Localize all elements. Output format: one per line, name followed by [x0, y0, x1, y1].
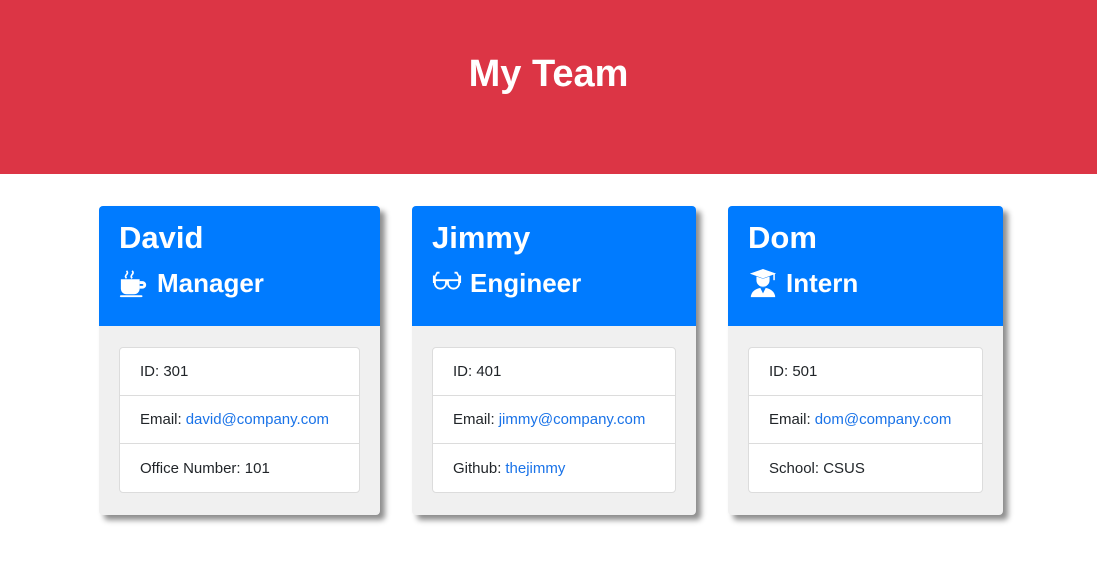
employee-card-engineer: Jimmy Engineer ID: 401 Email: jimmy@comp…	[412, 206, 696, 515]
email-row: Email: david@company.com	[120, 396, 359, 444]
email-label: Email:	[453, 411, 495, 428]
github-link[interactable]: thejimmy	[505, 460, 565, 477]
id-value: 301	[163, 363, 189, 380]
id-label: ID:	[140, 363, 160, 380]
id-row: ID: 301	[120, 348, 359, 396]
role-label: Intern	[786, 268, 859, 298]
page-header: My Team	[0, 0, 1097, 174]
employee-name: David	[119, 220, 204, 255]
role-label: Engineer	[470, 268, 582, 298]
employee-name: Dom	[748, 220, 817, 255]
email-link[interactable]: jimmy@company.com	[499, 411, 646, 428]
id-row: ID: 501	[749, 348, 982, 396]
id-value: 401	[476, 363, 502, 380]
school-row: School: CSUS	[749, 444, 982, 492]
employee-details: ID: 401 Email: jimmy@company.com Github:…	[432, 347, 676, 493]
email-label: Email:	[769, 411, 811, 428]
email-row: Email: jimmy@company.com	[433, 396, 675, 444]
id-row: ID: 401	[433, 348, 675, 396]
glasses-icon	[432, 271, 462, 290]
card-header: Dom Intern	[728, 206, 1003, 326]
card-header: Jimmy Engineer	[412, 206, 696, 326]
office-number-value: 101	[244, 459, 270, 477]
id-value: 501	[792, 363, 818, 380]
email-label: Email:	[140, 411, 182, 428]
employee-role: Intern	[748, 268, 983, 298]
employee-card-manager: David Manager ID: 301 Email: david@compa…	[99, 206, 380, 515]
github-row: Github: thejimmy	[433, 444, 675, 492]
coffee-icon	[119, 270, 147, 298]
id-label: ID:	[453, 363, 473, 380]
email-row: Email: dom@company.com	[749, 396, 982, 444]
employee-details: ID: 501 Email: dom@company.com School: C…	[748, 347, 983, 493]
employee-role: Manager	[119, 268, 360, 298]
github-label: Github:	[453, 459, 502, 477]
email-link[interactable]: david@company.com	[186, 411, 329, 428]
page-title: My Team	[468, 52, 629, 95]
employee-card-intern: Dom Intern ID: 501 Email: dom@company.co…	[728, 206, 1003, 515]
office-number-label: Office Number:	[140, 459, 241, 477]
school-label: School:	[769, 459, 820, 477]
id-label: ID:	[769, 363, 789, 380]
school-value: CSUS	[823, 459, 865, 477]
office-number-row: Office Number: 101	[120, 444, 359, 492]
email-link[interactable]: dom@company.com	[815, 411, 952, 428]
role-label: Manager	[157, 268, 264, 298]
graduate-icon	[749, 268, 777, 298]
employee-name: Jimmy	[432, 220, 531, 255]
employee-role: Engineer	[432, 268, 676, 298]
employee-details: ID: 301 Email: david@company.com Office …	[119, 347, 360, 493]
card-header: David Manager	[99, 206, 380, 326]
